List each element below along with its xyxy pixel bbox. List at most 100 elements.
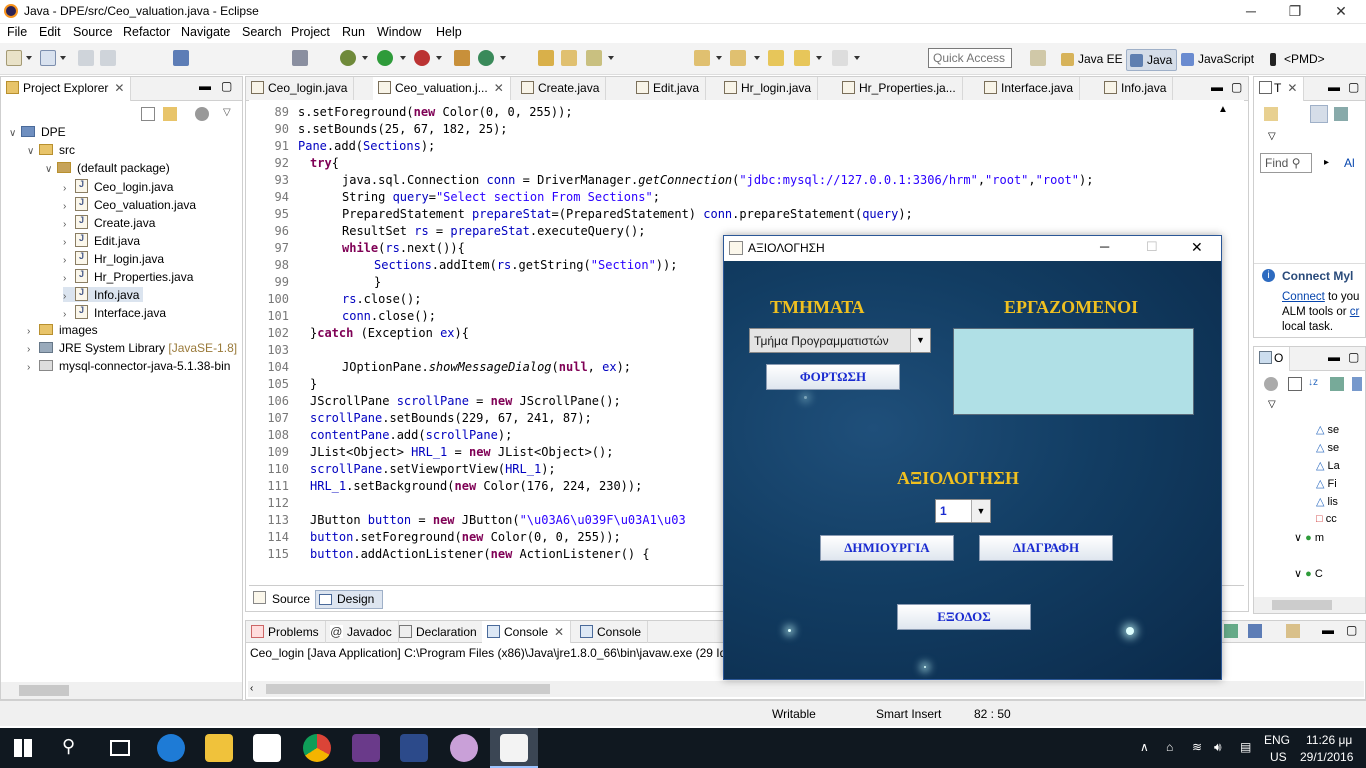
employees-list[interactable]: [953, 328, 1194, 415]
outline-item[interactable]: □ cc: [1316, 513, 1337, 525]
tab-task-list[interactable]: T ✕: [1254, 77, 1305, 101]
outline-item[interactable]: ∨ ● m: [1294, 531, 1324, 544]
load-button[interactable]: ΦΟΡΤΩΣΗ: [766, 364, 900, 390]
menu-search[interactable]: Search: [242, 25, 282, 39]
tab-interface[interactable]: Interface.java: [979, 77, 1081, 101]
open-folder-icon[interactable]: [561, 50, 577, 66]
collapse-all-icon[interactable]: [141, 107, 155, 121]
outline-item[interactable]: ∨ ● C: [1294, 567, 1323, 580]
close-button[interactable]: ✕: [1318, 0, 1364, 24]
menu-source[interactable]: Source: [73, 25, 113, 39]
display-console-icon[interactable]: [1248, 624, 1262, 638]
maximize-view-icon[interactable]: ▢: [1348, 80, 1359, 94]
tab-ceo-login[interactable]: Ceo_login.java: [246, 77, 355, 101]
close-icon[interactable]: ✕: [494, 81, 504, 95]
network-icon[interactable]: ⌂: [1166, 740, 1173, 754]
view-menu-icon[interactable]: ▽: [1268, 131, 1276, 142]
notifications-icon[interactable]: ▤: [1240, 740, 1251, 754]
ie-icon[interactable]: [157, 734, 185, 762]
minimize-view-icon[interactable]: ▬: [1328, 80, 1340, 94]
tree-item-ceo-login[interactable]: ›Ceo_login.java: [63, 179, 173, 194]
file-explorer-icon[interactable]: [205, 734, 233, 762]
save-all-icon[interactable]: [100, 50, 116, 66]
console-icon[interactable]: [173, 50, 189, 66]
connect-link[interactable]: Connect: [1282, 291, 1325, 303]
perspective-pmd[interactable]: <PMD>: [1264, 49, 1329, 71]
run-external-icon[interactable]: [414, 50, 430, 66]
new-wizard-icon[interactable]: [40, 50, 56, 66]
menu-project[interactable]: Project: [291, 25, 330, 39]
menu-file[interactable]: File: [7, 25, 27, 39]
all-link[interactable]: Al: [1344, 156, 1355, 170]
score-select[interactable]: 1 ▼: [935, 499, 991, 523]
create-button[interactable]: ΔΗΜΙΟΥΡΓΙΑ: [820, 535, 954, 561]
volume-icon[interactable]: 🔊︎: [1214, 740, 1222, 755]
minimize-view-icon[interactable]: ▬: [1322, 623, 1334, 637]
app-icon[interactable]: [352, 734, 380, 762]
tab-edit[interactable]: Edit.java: [631, 77, 707, 101]
language-eng[interactable]: ENG: [1264, 733, 1290, 747]
tree-item-default-package[interactable]: ∨ (default package): [45, 161, 170, 175]
open-console-icon[interactable]: [1286, 624, 1300, 638]
maximize-editor-icon[interactable]: ▢: [1231, 80, 1242, 94]
tree-item-create[interactable]: ›Create.java: [63, 215, 155, 230]
tab-info[interactable]: Info.java: [1099, 77, 1174, 101]
tree-item-src[interactable]: ∨ src: [27, 143, 75, 157]
skip-breakpoints-icon[interactable]: [292, 50, 308, 66]
chrome-icon[interactable]: [303, 734, 331, 762]
outline-item[interactable]: △ Fi: [1316, 477, 1337, 490]
menu-refactor[interactable]: Refactor: [123, 25, 170, 39]
minimize-view-icon[interactable]: ▬: [199, 79, 211, 93]
outline-item[interactable]: △ La: [1316, 459, 1340, 472]
tab-project-explorer[interactable]: Project Explorer ✕: [1, 77, 132, 101]
chevron-up-icon[interactable]: ∧: [1140, 740, 1149, 754]
menu-window[interactable]: Window: [377, 25, 421, 39]
maximize-view-icon[interactable]: ▢: [1348, 350, 1359, 364]
pin-console-icon[interactable]: [1224, 624, 1238, 638]
tab-hr-login[interactable]: Hr_login.java: [719, 77, 819, 101]
dialog-minimize-button[interactable]: ─: [1100, 239, 1109, 254]
chevron-down-icon[interactable]: ▼: [910, 329, 930, 352]
next-annotation-icon[interactable]: [694, 50, 710, 66]
tab-design[interactable]: Design: [337, 592, 374, 606]
tree-item-images[interactable]: › images: [27, 323, 98, 337]
restore-button[interactable]: ❐: [1272, 0, 1318, 24]
scheduled-icon[interactable]: [1334, 107, 1348, 121]
start-icon[interactable]: [14, 739, 32, 757]
tab-console-active[interactable]: Console ✕: [482, 621, 572, 643]
outline-item[interactable]: △ se: [1316, 441, 1339, 454]
tree-item-mysql-connector[interactable]: › mysql-connector-java-5.1.38-bin: [27, 359, 230, 373]
minimize-button[interactable]: ─: [1228, 0, 1274, 24]
collapse-icon[interactable]: [1288, 377, 1302, 391]
view-menu-icon[interactable]: ▽: [223, 107, 231, 118]
open-type-icon[interactable]: [538, 50, 554, 66]
new-task-icon[interactable]: [1264, 107, 1278, 121]
last-edit-icon[interactable]: [768, 50, 784, 66]
department-select[interactable]: Τμήμα Προγραμματιστών ▼: [749, 328, 931, 353]
new-class-icon[interactable]: [478, 50, 494, 66]
run-icon[interactable]: [377, 50, 393, 66]
menu-run[interactable]: Run: [342, 25, 365, 39]
outline-tool-icon[interactable]: [1264, 377, 1278, 391]
dialog-maximize-button[interactable]: ☐: [1146, 239, 1158, 255]
find-input[interactable]: Find ⚲: [1260, 153, 1312, 173]
hide-static-icon[interactable]: [1352, 377, 1362, 391]
perspective-java-ee[interactable]: Java EE: [1058, 49, 1127, 71]
search-icon[interactable]: [586, 50, 602, 66]
delete-button[interactable]: ΔΙΑΓΡΑΦΗ: [979, 535, 1113, 561]
search-icon[interactable]: ⚲: [62, 736, 75, 757]
store-icon[interactable]: [253, 734, 281, 762]
tree-item-jre[interactable]: › JRE System Library [JavaSE-1.8]: [27, 341, 237, 355]
menu-edit[interactable]: Edit: [39, 25, 61, 39]
tab-ceo-valuation[interactable]: Ceo_valuation.j... ✕: [373, 77, 511, 101]
categorized-icon[interactable]: [1310, 105, 1328, 123]
tab-hr-properties[interactable]: Hr_Properties.ja...: [837, 77, 963, 101]
view-menu-icon[interactable]: ▽: [1268, 399, 1276, 410]
tab-outline[interactable]: O: [1254, 347, 1291, 371]
tree-item-dpe[interactable]: ∨ DPE: [9, 125, 66, 139]
forward-icon[interactable]: [832, 50, 848, 66]
hide-fields-icon[interactable]: [1330, 377, 1344, 391]
sql-icon[interactable]: [400, 734, 428, 762]
tab-declaration[interactable]: Declaration: [394, 621, 484, 643]
perspective-java[interactable]: Java: [1126, 49, 1178, 71]
